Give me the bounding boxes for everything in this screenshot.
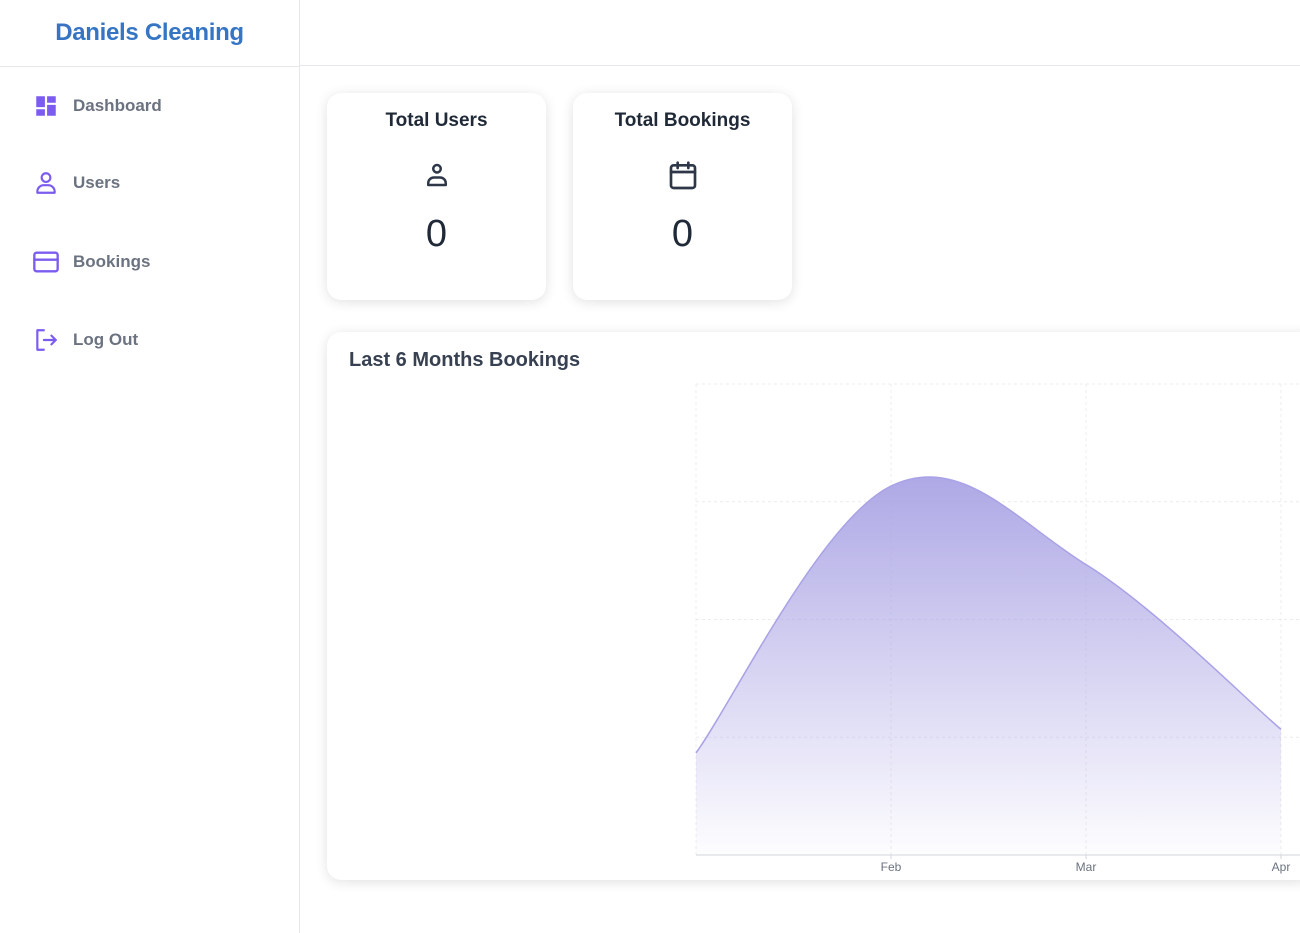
sidebar-item-logout[interactable]: Log Out (32, 324, 138, 356)
user-icon (327, 160, 546, 190)
calendar-icon (573, 160, 792, 192)
stat-title: Total Bookings (614, 110, 751, 131)
sidebar-item-dashboard[interactable]: Dashboard (32, 90, 162, 122)
brand-header: Daniels Cleaning (0, 0, 299, 67)
sidebar-item-label: Log Out (73, 330, 139, 349)
sidebar-item-label: Users (73, 173, 121, 192)
stat-card-total-bookings: Total Bookings 0 (573, 93, 792, 300)
user-icon (32, 169, 60, 197)
stat-value: 0 (425, 213, 448, 255)
dashboard-icon (32, 92, 60, 120)
top-bar (300, 0, 1300, 66)
x-axis-ticks: Feb Mar Apr (881, 855, 1291, 874)
sidebar-item-bookings[interactable]: Bookings (32, 246, 150, 278)
sidebar-item-label: Dashboard (73, 96, 162, 115)
sidebar: Daniels Cleaning Dashboard Users Booking (0, 0, 300, 933)
x-tick-label: Feb (881, 860, 902, 874)
brand-title[interactable]: Daniels Cleaning (55, 19, 244, 47)
bookings-chart-card: Last 6 Months Bookings Feb Mar Apr (327, 332, 1300, 880)
stat-card-total-users: Total Users 0 (327, 93, 546, 300)
bookings-area-series (696, 476, 1281, 855)
logout-icon (32, 326, 60, 354)
app-root: Daniels Cleaning Dashboard Users Booking (0, 0, 1300, 933)
stat-title: Total Users (385, 110, 488, 131)
x-tick-label: Apr (1272, 860, 1291, 874)
sidebar-item-label: Bookings (73, 252, 151, 271)
x-tick-label: Mar (1076, 860, 1097, 874)
stat-value: 0 (671, 213, 694, 255)
bookings-area-chart: Feb Mar Apr (695, 383, 1300, 874)
sidebar-item-users[interactable]: Users (32, 167, 120, 199)
credit-card-icon (32, 248, 60, 276)
